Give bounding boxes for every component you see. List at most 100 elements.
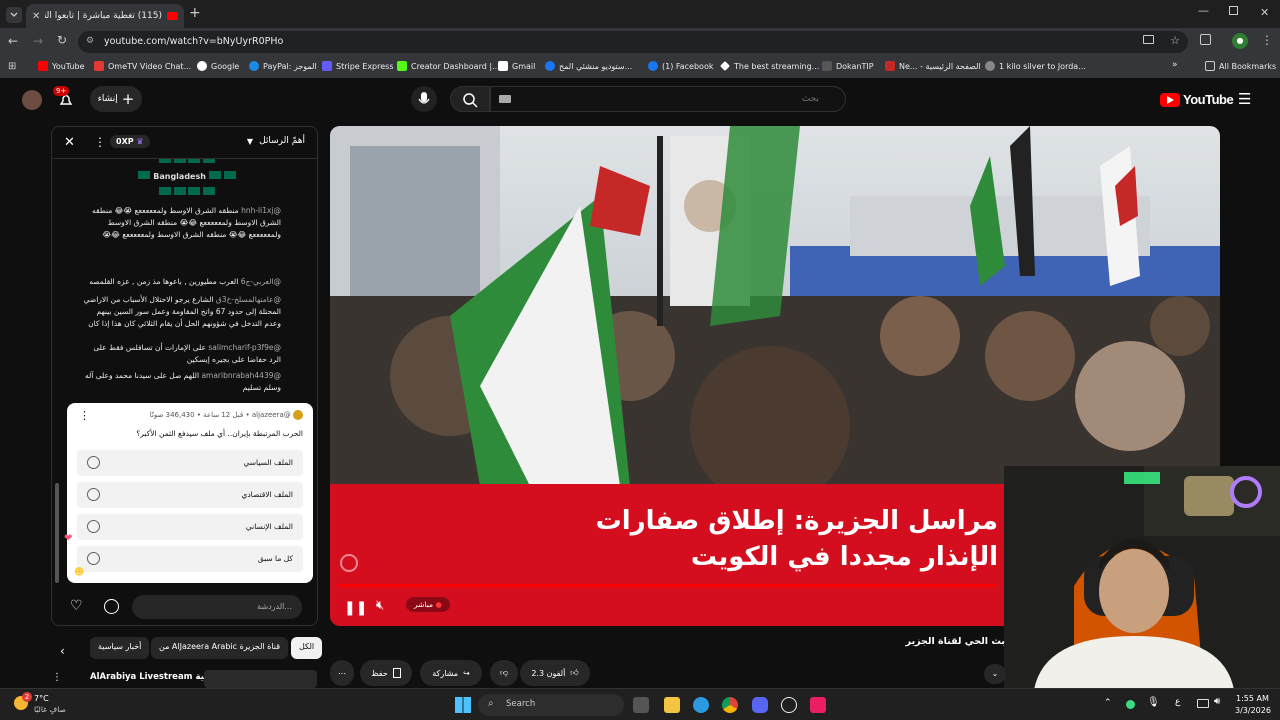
chat-mode-dropdown[interactable]: ▼ أهمّ الرسائل [247, 136, 305, 146]
weather-widget[interactable]: 2 7°C صافٍ غالبًا [10, 692, 80, 718]
bookmark-ometv[interactable]: OmeTV Video Chat... [94, 61, 191, 71]
poll-options-icon[interactable]: ⋮ [79, 409, 90, 422]
poll-option[interactable]: الملف الاقتصادي [77, 482, 303, 508]
discord-icon[interactable] [752, 697, 768, 713]
bookmark-meta-studio[interactable]: ستوديو منشئي المح... [545, 61, 632, 71]
mute-button[interactable]: 🔇︎ [376, 598, 384, 613]
recommendation-item[interactable]: ⋮ AlArabiya Livestream العربية [52, 668, 317, 688]
file-explorer-icon[interactable] [664, 697, 680, 713]
chat-author[interactable]: @amaribnrabah4439 [201, 371, 281, 380]
heart-reaction-button[interactable]: ♡ [70, 598, 83, 614]
live-badge[interactable]: ● مباشر [406, 597, 450, 612]
emoji-button[interactable] [104, 599, 119, 614]
restore-icon[interactable] [1229, 6, 1238, 15]
search-icon: ⌕ [488, 698, 494, 709]
search-button[interactable] [450, 86, 490, 112]
obs-icon[interactable] [781, 697, 797, 713]
channel-avatar[interactable] [22, 90, 42, 110]
task-view-icon[interactable] [633, 697, 649, 713]
extensions-icon[interactable] [1200, 34, 1211, 45]
chrome-icon[interactable] [722, 697, 738, 713]
site-info-icon[interactable]: ⚙ [86, 36, 94, 46]
bookmark-dokantip[interactable]: DokanTIP [822, 61, 874, 71]
microphone-icon[interactable]: 🎙︎ [1147, 697, 1160, 708]
chat-options-icon[interactable]: ⋮ [94, 135, 106, 149]
bookmark-silver[interactable]: 1 kilo silver to Jorda... [985, 61, 1086, 71]
poll-option[interactable]: كل ما سبق [77, 546, 303, 572]
chevron-down-icon: ▼ [246, 136, 254, 146]
guide-menu-icon[interactable]: ☰ [1238, 90, 1251, 108]
tab-search-button[interactable] [6, 7, 22, 23]
taskbar-search[interactable]: ⌕ Search [478, 694, 624, 716]
chip-aljazeera[interactable]: من AlJazeera Arabic قناة الجزيرة [151, 637, 289, 659]
bookmark-youtube[interactable]: YouTube [38, 61, 85, 71]
chat-author[interactable]: @العربي-ج6 [241, 277, 281, 286]
minimize-icon[interactable]: — [1198, 4, 1209, 17]
chips-prev-icon[interactable]: ‹ [60, 644, 65, 658]
notifications-button[interactable]: 9+ [53, 86, 76, 110]
language-indicator[interactable]: ع [1175, 697, 1180, 707]
keyboard-icon[interactable] [499, 95, 511, 103]
progress-bar[interactable] [338, 584, 996, 587]
like-button[interactable]: 2.3 ألفون 👍︎ [520, 660, 590, 686]
chat-author[interactable]: @salimcharif-p3f9e [208, 343, 281, 352]
chat-scrollbar[interactable] [55, 483, 59, 583]
bangladesh-flag-icon [223, 171, 236, 179]
dislike-button[interactable]: 👎︎ [490, 660, 518, 686]
bookmark-gmail[interactable]: Gmail [498, 61, 535, 71]
menu-dots-icon[interactable]: ⋮ [1261, 33, 1273, 47]
bookmark-google[interactable]: Google [197, 61, 239, 71]
streaming-app-icon[interactable] [810, 697, 826, 713]
system-tray-chevron-icon[interactable]: ⌃ [1104, 698, 1112, 708]
share-button[interactable]: مشاركة ↪ [420, 660, 482, 686]
save-button[interactable]: حفظ [360, 660, 412, 686]
bookmark-stripe[interactable]: Stripe Express [322, 61, 394, 71]
pause-button[interactable]: ❚❚ [344, 600, 367, 616]
voice-search-button[interactable] [411, 86, 437, 112]
bookmark-streaming[interactable]: The best streaming... [720, 61, 819, 71]
points-badge[interactable]: 0XP ♛ [110, 135, 150, 148]
bookmark-star-icon[interactable]: ☆ [1170, 34, 1180, 47]
chip-politics[interactable]: أخبار سياسية [90, 637, 150, 659]
item-options-icon[interactable]: ⋮ [52, 672, 62, 683]
windows-start-icon[interactable] [455, 697, 471, 713]
chat-input[interactable]: الدردشة... [132, 595, 302, 619]
profile-avatar[interactable]: ● [1232, 33, 1248, 49]
create-button[interactable]: إنشاء + [90, 86, 142, 112]
paypal-icon [249, 61, 259, 71]
poll-channel-avatar [293, 410, 303, 420]
chat-author[interactable]: @عامتهالمسلخ-خ3ق [216, 295, 281, 304]
tab-close-icon[interactable]: ✕ [32, 11, 40, 22]
clock-date[interactable]: 3/3/2026 [1235, 706, 1271, 715]
radio-icon [87, 456, 100, 469]
poll-option[interactable]: الملف الإنساني [77, 514, 303, 540]
chat-close-icon[interactable]: ✕ [64, 135, 75, 150]
close-window-icon[interactable]: ✕ [1260, 6, 1269, 19]
volume-icon[interactable]: 🔊︎ [1214, 696, 1220, 707]
new-tab-button[interactable]: + [189, 5, 201, 21]
chip-all[interactable]: الكل [291, 637, 323, 659]
more-actions-button[interactable]: ⋯ [330, 660, 354, 686]
chat-author[interactable]: @hnh-li1xj [241, 206, 281, 215]
search-input[interactable]: بحث [490, 86, 846, 112]
apps-grid-icon[interactable]: ⊞ [8, 61, 16, 72]
youtube-logo[interactable]: YouTube [1160, 92, 1234, 107]
bookmarks-overflow-icon[interactable]: » [1172, 60, 1178, 70]
bookmark-home[interactable]: Ne... - الصفحة الرئيسية [885, 61, 981, 71]
back-icon[interactable]: ← [8, 34, 18, 48]
bookmark-creator-dashboard[interactable]: Creator Dashboard |... [397, 61, 500, 71]
cast-icon[interactable] [1143, 35, 1154, 44]
weather-desc: صافٍ غالبًا [34, 705, 66, 714]
poll-option[interactable]: الملف السياسي [77, 450, 303, 476]
all-bookmarks[interactable]: All Bookmarks [1205, 61, 1276, 71]
clock-time[interactable]: 1:55 AM [1236, 694, 1269, 703]
bookmark-facebook[interactable]: (1) Facebook [648, 61, 713, 71]
network-icon[interactable] [1197, 699, 1209, 708]
address-bar[interactable]: ⚙ youtube.com/watch?v=bNyUyrR0PHo ☆ [78, 31, 1188, 53]
forward-icon[interactable]: → [33, 34, 43, 48]
tab-youtube[interactable]: (115) تغطية مباشرة | تابعوا التط... ✕ [26, 4, 184, 28]
bookmark-paypal[interactable]: PayPal: الموجز [249, 61, 317, 71]
reload-icon[interactable]: ↻ [57, 33, 67, 47]
edge-icon[interactable] [693, 697, 709, 713]
globe-icon [985, 61, 995, 71]
